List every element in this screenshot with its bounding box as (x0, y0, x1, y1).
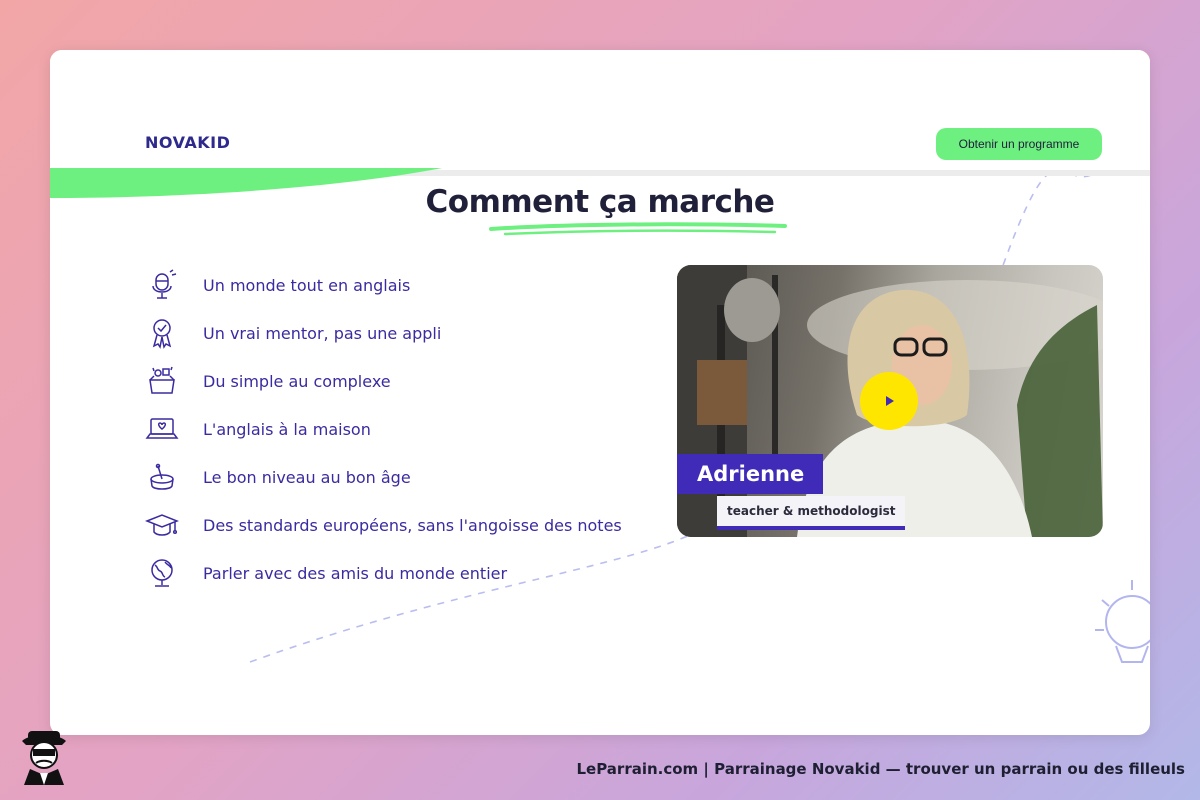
site-header: NOVAKID Obtenir un programme (50, 50, 1150, 176)
toy-box-icon (145, 364, 179, 398)
feature-label: Du simple au complexe (203, 371, 391, 391)
feature-list: Un monde tout en anglais Un vrai mentor,… (145, 268, 622, 604)
laptop-icon (145, 412, 179, 446)
title-underline (489, 222, 787, 236)
feature-item: Un monde tout en anglais (145, 268, 622, 302)
footer-caption: LeParrain.com | Parrainage Novakid — tro… (576, 760, 1185, 778)
feature-item: L'anglais à la maison (145, 412, 622, 446)
get-program-button[interactable]: Obtenir un programme (936, 128, 1102, 160)
logo-text: NOVAKID (145, 133, 231, 152)
presenter-name: Adrienne (677, 454, 823, 494)
feature-label: Un vrai mentor, pas une appli (203, 323, 442, 343)
novakid-logo[interactable]: NOVAKID (145, 133, 230, 152)
feature-label: Des standards européens, sans l'angoisse… (203, 515, 622, 535)
lightbulb-icon (1095, 580, 1150, 663)
graduation-cap-icon (145, 508, 179, 542)
feature-item: Du simple au complexe (145, 364, 622, 398)
feature-item: Des standards européens, sans l'angoisse… (145, 508, 622, 542)
feature-label: Le bon niveau au bon âge (203, 467, 411, 487)
feature-label: Parler avec des amis du monde entier (203, 563, 508, 583)
page-card: NOVAKID Obtenir un programme Comment ça … (50, 50, 1150, 735)
page-title: Comment ça marche (425, 184, 775, 220)
play-button[interactable] (860, 372, 918, 430)
globe-icon (145, 556, 179, 590)
microphone-icon (145, 268, 179, 302)
medal-icon (145, 316, 179, 350)
presenter-role: teacher & methodologist (717, 496, 906, 530)
feature-item: Un vrai mentor, pas une appli (145, 316, 622, 350)
play-icon (886, 396, 894, 406)
feature-label: L'anglais à la maison (203, 419, 371, 439)
feature-label: Un monde tout en anglais (203, 275, 411, 295)
feature-item: Parler avec des amis du monde entier (145, 556, 622, 590)
feature-item: Le bon niveau au bon âge (145, 460, 622, 494)
intro-video[interactable]: Adrienne teacher & methodologist (677, 265, 1103, 537)
pot-icon (145, 460, 179, 494)
